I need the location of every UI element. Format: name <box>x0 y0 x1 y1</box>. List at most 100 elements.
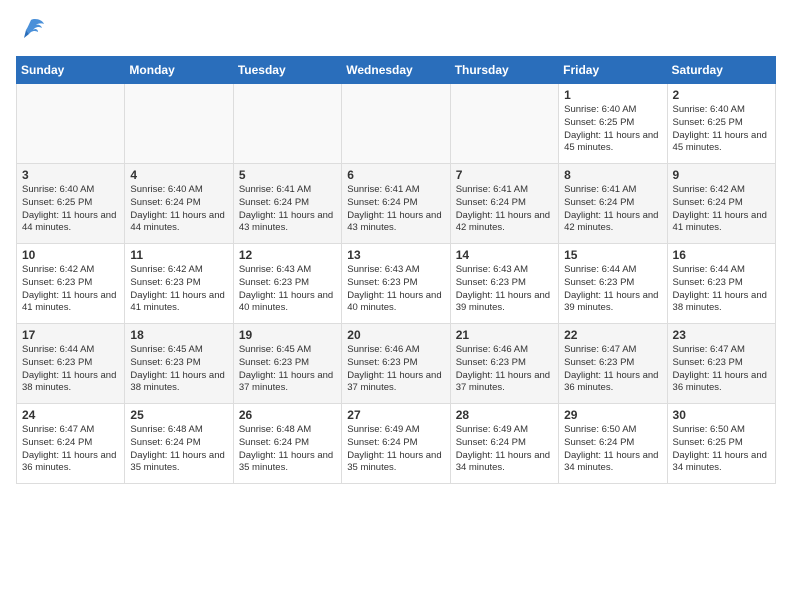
calendar-cell: 12 Sunrise: 6:43 AM Sunset: 6:23 PM Dayli… <box>233 244 341 324</box>
day-number: 29 <box>564 408 661 422</box>
calendar-cell: 8 Sunrise: 6:41 AM Sunset: 6:24 PM Daylig… <box>559 164 667 244</box>
day-number: 7 <box>456 168 553 182</box>
day-info: Sunrise: 6:49 AM Sunset: 6:24 PM Dayligh… <box>347 424 444 475</box>
day-info: Sunrise: 6:46 AM Sunset: 6:23 PM Dayligh… <box>347 344 444 395</box>
day-number: 9 <box>673 168 770 182</box>
day-header-tuesday: Tuesday <box>233 57 341 84</box>
calendar-cell: 14 Sunrise: 6:43 AM Sunset: 6:23 PM Dayli… <box>450 244 558 324</box>
day-info: Sunrise: 6:40 AM Sunset: 6:25 PM Dayligh… <box>564 104 661 155</box>
day-info: Sunrise: 6:43 AM Sunset: 6:23 PM Dayligh… <box>239 264 336 315</box>
calendar-cell: 21 Sunrise: 6:46 AM Sunset: 6:23 PM Dayli… <box>450 324 558 404</box>
day-number: 20 <box>347 328 444 342</box>
calendar-cell: 30Sunrise: 6:50 AM Sunset: 6:25 PM Dayli… <box>667 404 775 484</box>
day-number: 3 <box>22 168 119 182</box>
calendar-cell: 17Sunrise: 6:44 AM Sunset: 6:23 PM Dayli… <box>17 324 125 404</box>
calendar-cell: 15 Sunrise: 6:44 AM Sunset: 6:23 PM Dayli… <box>559 244 667 324</box>
day-info: Sunrise: 6:44 AM Sunset: 6:23 PM Dayligh… <box>564 264 661 315</box>
day-header-sunday: Sunday <box>17 57 125 84</box>
calendar-cell: 10 Sunrise: 6:42 AM Sunset: 6:23 PM Dayli… <box>17 244 125 324</box>
calendar-cell: 19 Sunrise: 6:45 AM Sunset: 6:23 PM Dayli… <box>233 324 341 404</box>
day-info: Sunrise: 6:50 AM Sunset: 6:24 PM Dayligh… <box>564 424 661 475</box>
day-info: Sunrise: 6:41 AM Sunset: 6:24 PM Dayligh… <box>564 184 661 235</box>
day-header-wednesday: Wednesday <box>342 57 450 84</box>
day-number: 17 <box>22 328 119 342</box>
day-info: Sunrise: 6:41 AM Sunset: 6:24 PM Dayligh… <box>239 184 336 235</box>
day-number: 24 <box>22 408 119 422</box>
day-number: 30 <box>673 408 770 422</box>
day-number: 13 <box>347 248 444 262</box>
calendar-cell: 26 Sunrise: 6:48 AM Sunset: 6:24 PM Dayli… <box>233 404 341 484</box>
day-info: Sunrise: 6:40 AM Sunset: 6:24 PM Dayligh… <box>130 184 227 235</box>
day-number: 25 <box>130 408 227 422</box>
day-info: Sunrise: 6:48 AM Sunset: 6:24 PM Dayligh… <box>239 424 336 475</box>
day-number: 16 <box>673 248 770 262</box>
calendar-cell: 4 Sunrise: 6:40 AM Sunset: 6:24 PM Daylig… <box>125 164 233 244</box>
logo-bird-icon <box>16 16 46 44</box>
calendar-cell: 29 Sunrise: 6:50 AM Sunset: 6:24 PM Dayli… <box>559 404 667 484</box>
day-info: Sunrise: 6:47 AM Sunset: 6:23 PM Dayligh… <box>673 344 770 395</box>
calendar-cell <box>17 84 125 164</box>
calendar-cell <box>233 84 341 164</box>
calendar-week-row: 10 Sunrise: 6:42 AM Sunset: 6:23 PM Dayli… <box>17 244 776 324</box>
calendar-cell: 11 Sunrise: 6:42 AM Sunset: 6:23 PM Dayli… <box>125 244 233 324</box>
calendar-week-row: 3 Sunrise: 6:40 AM Sunset: 6:25 PM Daylig… <box>17 164 776 244</box>
logo <box>16 16 50 44</box>
day-header-saturday: Saturday <box>667 57 775 84</box>
day-number: 4 <box>130 168 227 182</box>
calendar-cell: 20 Sunrise: 6:46 AM Sunset: 6:23 PM Dayli… <box>342 324 450 404</box>
day-info: Sunrise: 6:40 AM Sunset: 6:25 PM Dayligh… <box>673 104 770 155</box>
day-info: Sunrise: 6:40 AM Sunset: 6:25 PM Dayligh… <box>22 184 119 235</box>
calendar-cell: 27 Sunrise: 6:49 AM Sunset: 6:24 PM Dayli… <box>342 404 450 484</box>
calendar-cell: 18 Sunrise: 6:45 AM Sunset: 6:23 PM Dayli… <box>125 324 233 404</box>
day-header-monday: Monday <box>125 57 233 84</box>
day-info: Sunrise: 6:45 AM Sunset: 6:23 PM Dayligh… <box>239 344 336 395</box>
day-number: 19 <box>239 328 336 342</box>
day-number: 2 <box>673 88 770 102</box>
calendar-cell: 22Sunrise: 6:47 AM Sunset: 6:23 PM Dayli… <box>559 324 667 404</box>
day-number: 1 <box>564 88 661 102</box>
calendar-cell <box>342 84 450 164</box>
day-info: Sunrise: 6:42 AM Sunset: 6:24 PM Dayligh… <box>673 184 770 235</box>
day-number: 22 <box>564 328 661 342</box>
day-info: Sunrise: 6:43 AM Sunset: 6:23 PM Dayligh… <box>347 264 444 315</box>
calendar-header-row: SundayMondayTuesdayWednesdayThursdayFrid… <box>17 57 776 84</box>
day-info: Sunrise: 6:49 AM Sunset: 6:24 PM Dayligh… <box>456 424 553 475</box>
day-number: 14 <box>456 248 553 262</box>
calendar-cell: 13 Sunrise: 6:43 AM Sunset: 6:23 PM Dayli… <box>342 244 450 324</box>
day-info: Sunrise: 6:47 AM Sunset: 6:24 PM Dayligh… <box>22 424 119 475</box>
calendar-week-row: 17Sunrise: 6:44 AM Sunset: 6:23 PM Dayli… <box>17 324 776 404</box>
day-info: Sunrise: 6:45 AM Sunset: 6:23 PM Dayligh… <box>130 344 227 395</box>
day-info: Sunrise: 6:44 AM Sunset: 6:23 PM Dayligh… <box>673 264 770 315</box>
day-number: 10 <box>22 248 119 262</box>
day-info: Sunrise: 6:42 AM Sunset: 6:23 PM Dayligh… <box>130 264 227 315</box>
day-header-friday: Friday <box>559 57 667 84</box>
calendar-cell: 3 Sunrise: 6:40 AM Sunset: 6:25 PM Daylig… <box>17 164 125 244</box>
calendar-cell: 24 Sunrise: 6:47 AM Sunset: 6:24 PM Dayli… <box>17 404 125 484</box>
day-info: Sunrise: 6:46 AM Sunset: 6:23 PM Dayligh… <box>456 344 553 395</box>
day-info: Sunrise: 6:43 AM Sunset: 6:23 PM Dayligh… <box>456 264 553 315</box>
day-number: 6 <box>347 168 444 182</box>
day-number: 23 <box>673 328 770 342</box>
calendar-cell: 2 Sunrise: 6:40 AM Sunset: 6:25 PM Daylig… <box>667 84 775 164</box>
calendar-cell: 16 Sunrise: 6:44 AM Sunset: 6:23 PM Dayli… <box>667 244 775 324</box>
calendar-cell: 28Sunrise: 6:49 AM Sunset: 6:24 PM Dayli… <box>450 404 558 484</box>
calendar-cell: 25 Sunrise: 6:48 AM Sunset: 6:24 PM Dayli… <box>125 404 233 484</box>
calendar-week-row: 24 Sunrise: 6:47 AM Sunset: 6:24 PM Dayli… <box>17 404 776 484</box>
day-info: Sunrise: 6:42 AM Sunset: 6:23 PM Dayligh… <box>22 264 119 315</box>
day-number: 5 <box>239 168 336 182</box>
page-header <box>16 16 776 44</box>
day-number: 12 <box>239 248 336 262</box>
day-header-thursday: Thursday <box>450 57 558 84</box>
day-number: 15 <box>564 248 661 262</box>
day-info: Sunrise: 6:41 AM Sunset: 6:24 PM Dayligh… <box>347 184 444 235</box>
calendar-cell: 1 Sunrise: 6:40 AM Sunset: 6:25 PM Daylig… <box>559 84 667 164</box>
day-number: 8 <box>564 168 661 182</box>
day-number: 21 <box>456 328 553 342</box>
day-number: 18 <box>130 328 227 342</box>
day-info: Sunrise: 6:41 AM Sunset: 6:24 PM Dayligh… <box>456 184 553 235</box>
day-number: 11 <box>130 248 227 262</box>
day-info: Sunrise: 6:48 AM Sunset: 6:24 PM Dayligh… <box>130 424 227 475</box>
day-number: 26 <box>239 408 336 422</box>
calendar-cell <box>125 84 233 164</box>
day-number: 27 <box>347 408 444 422</box>
